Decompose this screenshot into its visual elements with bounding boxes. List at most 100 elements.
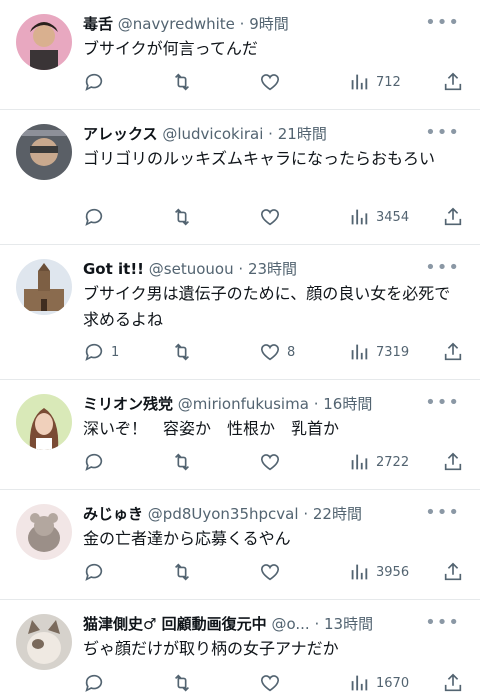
username[interactable]: @o... (271, 615, 309, 633)
avatar[interactable] (16, 394, 72, 450)
like-button[interactable] (259, 450, 287, 474)
username[interactable]: @mirionfukusima (178, 395, 309, 413)
reply-count: 1 (111, 344, 120, 360)
like-button[interactable] (259, 205, 287, 229)
timestamp[interactable]: 21時間 (278, 125, 327, 143)
action-bar: 712 (83, 70, 463, 94)
views-button[interactable]: 3956 (348, 560, 409, 584)
tweet[interactable]: 猫津側史♂ 回顧動画復元中 @o... · 13時間 ••• ぢゃ顔だけが取り柄… (0, 600, 480, 695)
more-options-icon[interactable]: ••• (425, 12, 460, 33)
username[interactable]: @setuouou (149, 260, 234, 278)
tweet[interactable]: みじゅき @pd8Uyon35hpcval · 22時間 ••• 金の亡者達から… (0, 490, 480, 600)
timestamp[interactable]: 23時間 (248, 260, 297, 278)
avatar[interactable] (16, 614, 72, 670)
retweet-icon (174, 343, 190, 361)
retweet-button[interactable] (171, 671, 193, 695)
display-name[interactable]: 猫津側史♂ 回顧動画復元中 (83, 615, 267, 633)
more-options-icon[interactable]: ••• (425, 392, 460, 413)
view-count: 1670 (376, 675, 410, 691)
views-chart-icon (351, 454, 368, 470)
more-options-icon[interactable]: ••• (425, 257, 460, 278)
views-button[interactable]: 1670 (348, 671, 409, 695)
share-button[interactable] (442, 340, 464, 364)
timestamp[interactable]: 22時間 (313, 505, 362, 523)
action-bar: 1 8 7319 (83, 340, 463, 364)
retweet-icon (174, 73, 190, 91)
share-icon (444, 72, 462, 91)
share-button[interactable] (442, 450, 464, 474)
avatar[interactable] (16, 504, 72, 560)
timestamp[interactable]: 13時間 (324, 615, 373, 633)
display-name[interactable]: ミリオン残党 (83, 395, 173, 413)
separator: · (238, 260, 244, 278)
username[interactable]: @ludvicokirai (162, 125, 263, 143)
views-button[interactable]: 7319 (348, 340, 409, 364)
tweet-header: アレックス @ludvicokirai · 21時間 (83, 123, 420, 145)
more-options-icon[interactable]: ••• (425, 122, 460, 143)
retweet-icon (174, 453, 190, 471)
retweet-button[interactable] (171, 340, 193, 364)
retweet-button[interactable] (171, 560, 193, 584)
avatar[interactable] (16, 14, 72, 70)
retweet-button[interactable] (171, 450, 193, 474)
view-count: 3454 (376, 209, 410, 225)
share-button[interactable] (442, 560, 464, 584)
like-button[interactable] (259, 70, 287, 94)
reply-icon (85, 343, 103, 361)
like-button[interactable] (259, 560, 287, 584)
reply-button[interactable] (83, 205, 111, 229)
tweet[interactable]: アレックス @ludvicokirai · 21時間 ••• ゴリゴリのルッキズ… (0, 110, 480, 245)
views-button[interactable]: 712 (348, 70, 401, 94)
tweet[interactable]: 毒舌 @navyredwhite · 9時間 ••• ブサイクが何言ってんだ 7… (0, 0, 480, 110)
share-icon (444, 207, 462, 226)
separator: · (313, 395, 319, 413)
display-name[interactable]: アレックス (83, 125, 158, 143)
tweet[interactable]: ミリオン残党 @mirionfukusima · 16時間 ••• 深いぞ！ 容… (0, 380, 480, 490)
share-button[interactable] (442, 70, 464, 94)
retweet-icon (174, 674, 190, 692)
timestamp[interactable]: 16時間 (323, 395, 372, 413)
views-chart-icon (351, 564, 368, 580)
views-chart-icon (351, 344, 368, 360)
avatar[interactable] (16, 124, 72, 180)
views-button[interactable]: 3454 (348, 205, 409, 229)
retweet-icon (174, 563, 190, 581)
username[interactable]: @navyredwhite (118, 15, 235, 33)
reply-icon (85, 73, 103, 91)
views-button[interactable]: 2722 (348, 450, 409, 474)
share-button[interactable] (442, 671, 464, 695)
display-name[interactable]: みじゅき (83, 505, 143, 523)
timestamp[interactable]: 9時間 (249, 15, 289, 33)
view-count: 3956 (376, 564, 410, 580)
tweet[interactable]: Got it!! @setuouou · 23時間 ••• ブサイク男は遺伝子の… (0, 245, 480, 380)
display-name[interactable]: Got it!! (83, 260, 144, 278)
action-bar: 1670 (83, 671, 463, 695)
tweet-header: みじゅき @pd8Uyon35hpcval · 22時間 (83, 503, 420, 525)
reply-icon (85, 563, 103, 581)
reply-button[interactable] (83, 70, 111, 94)
reply-button[interactable] (83, 560, 111, 584)
like-button[interactable] (259, 671, 287, 695)
separator: · (268, 125, 273, 143)
share-button[interactable] (442, 205, 464, 229)
reply-button[interactable]: 1 (83, 340, 119, 364)
like-count: 8 (287, 344, 296, 360)
display-name[interactable]: 毒舌 (83, 15, 113, 33)
username[interactable]: @pd8Uyon35hpcval (148, 505, 299, 523)
heart-icon (260, 564, 280, 581)
retweet-button[interactable] (171, 205, 193, 229)
view-count: 7319 (376, 344, 410, 360)
heart-icon (260, 74, 280, 91)
reply-button[interactable] (83, 450, 111, 474)
more-options-icon[interactable]: ••• (425, 612, 460, 633)
avatar[interactable] (16, 259, 72, 315)
reply-button[interactable] (83, 671, 111, 695)
heart-icon (260, 344, 280, 361)
more-options-icon[interactable]: ••• (425, 502, 460, 523)
reply-icon (85, 453, 103, 471)
retweet-button[interactable] (171, 70, 193, 94)
like-button[interactable]: 8 (259, 340, 295, 364)
heart-icon (260, 675, 280, 692)
tweet-text: ブサイクが何言ってんだ (83, 39, 258, 58)
share-icon (444, 342, 462, 361)
